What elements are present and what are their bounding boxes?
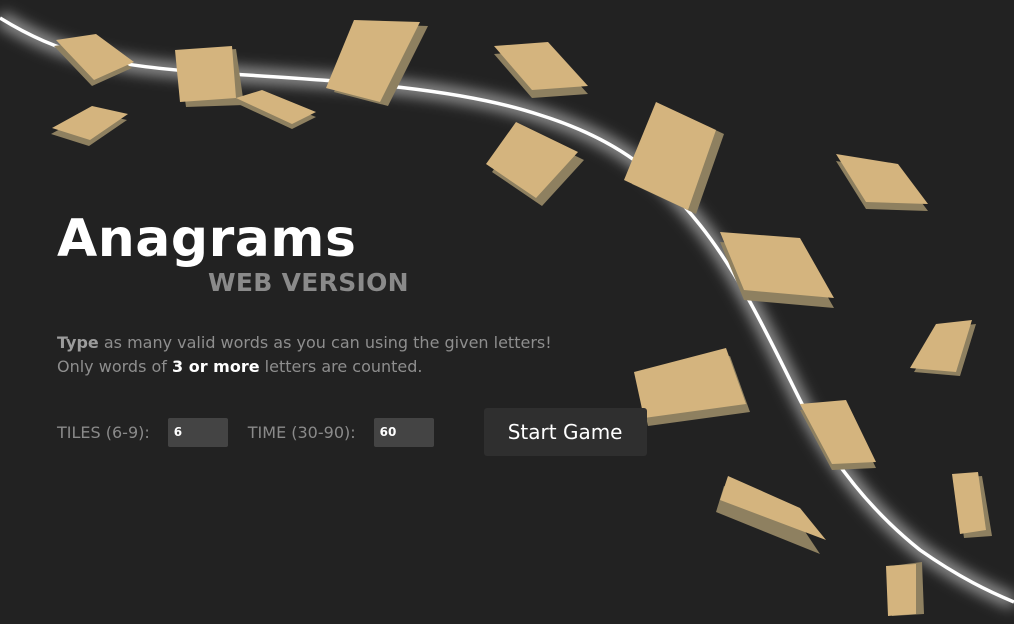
page-subtitle: WEB VERSION (208, 268, 409, 297)
tile (54, 34, 134, 86)
instructions-text: as many valid words as you can using the… (98, 333, 552, 352)
instructions-emphasis: Type (57, 333, 99, 352)
instructions: Type as many valid words as you can usin… (57, 331, 552, 379)
tiles-input[interactable] (167, 417, 228, 447)
tile (486, 122, 584, 206)
game-start-screen: Anagrams WEB VERSION Type as many valid … (0, 0, 1014, 624)
tile (51, 106, 128, 146)
start-game-button[interactable]: Start Game (483, 408, 647, 456)
tile (716, 476, 826, 554)
instructions-line-2: Only words of 3 or more letters are coun… (57, 355, 552, 379)
tile (910, 320, 976, 376)
game-settings: TILES (6-9): TIME (30-90): Start Game (57, 408, 647, 456)
tiles-label: TILES (6-9): (57, 422, 150, 442)
page-title: Anagrams (57, 209, 357, 269)
tile (952, 472, 992, 538)
tile (886, 562, 924, 616)
tile (634, 348, 750, 426)
time-input[interactable] (373, 417, 434, 447)
instructions-text: Only words of (57, 357, 172, 376)
tile (624, 102, 724, 214)
instructions-text: letters are counted. (259, 357, 423, 376)
instructions-line-1: Type as many valid words as you can usin… (57, 331, 552, 355)
tile (236, 90, 316, 129)
tile (494, 42, 588, 98)
decorative-background (0, 12, 1014, 616)
time-label: TIME (30-90): (247, 422, 356, 442)
tile (175, 46, 244, 107)
glowing-curve (0, 12, 1014, 609)
tile (836, 154, 928, 211)
instructions-highlight: 3 or more (172, 357, 260, 376)
tile (720, 232, 834, 308)
